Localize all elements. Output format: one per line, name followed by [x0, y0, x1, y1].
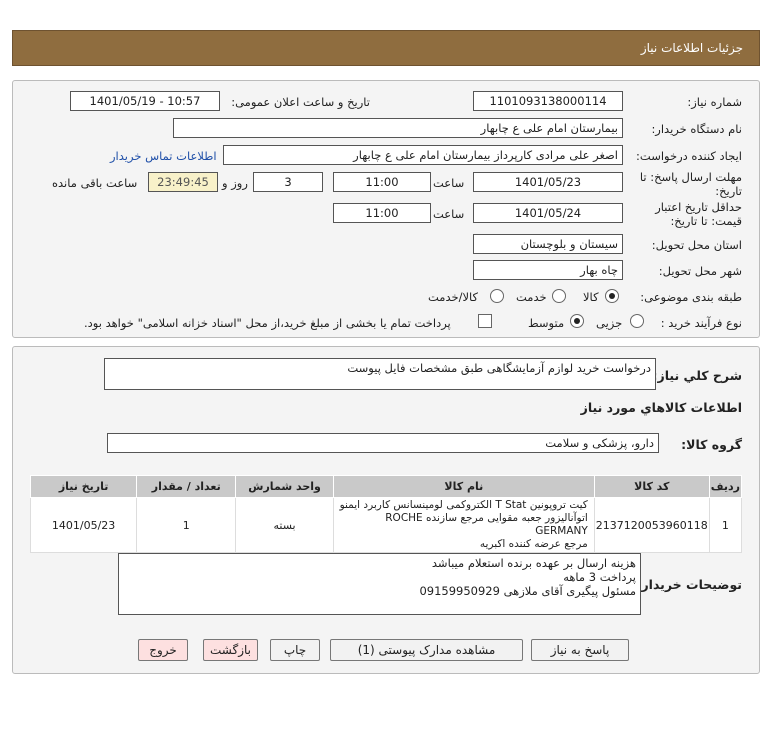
cell-index: 1 — [708, 497, 743, 553]
reply-to-need-button[interactable]: پاسخ به نیاز — [531, 639, 629, 661]
buyer-org-field: بیمارستان امام علی ع چابهار — [173, 118, 623, 138]
buyer-note-line-1: هزینه ارسال بر عهده برنده استعلام میباشد — [431, 556, 636, 570]
exit-button[interactable]: خروج — [138, 639, 188, 661]
category-goods-service-radio[interactable] — [490, 289, 504, 303]
validity-label-1: حداقل تاریخ اعتبار — [655, 200, 742, 214]
category-label: طبقه بندی موضوعی: — [640, 290, 742, 304]
table-header-row: ردیف کد کالا نام کالا واحد شمارش تعداد /… — [29, 475, 743, 498]
remaining-time-field: 23:49:45 — [148, 172, 218, 192]
need-number-label: شماره نیاز: — [687, 95, 742, 109]
cell-name-line-2: اتوآنالیزور جعبه مقوایی مرجع سازنده ROCH… — [385, 512, 588, 537]
validity-label-2: قیمت: تا تاریخ: — [670, 214, 742, 228]
col-unit-header: واحد شمارش — [235, 475, 334, 498]
process-minor-label: جزیی — [596, 316, 623, 330]
process-label: نوع فرآیند خرید : — [660, 316, 742, 330]
days-label: روز و — [222, 176, 248, 190]
col-index-header: ردیف — [708, 475, 743, 498]
deadline-date-field: 1401/05/23 — [473, 172, 623, 192]
category-service-radio[interactable] — [552, 289, 566, 303]
validity-date-field: 1401/05/24 — [473, 203, 623, 223]
days-field: 3 — [253, 172, 323, 192]
cell-name: کیت تروپونین T Stat الکتروکمی لومینسانس … — [332, 497, 595, 553]
deadline-label-2: تاریخ: — [715, 184, 742, 198]
announce-field: 1401/05/19 - 10:57 — [70, 91, 220, 111]
buyer-org-label: نام دستگاه خریدار: — [651, 122, 742, 136]
summary-label: شرح کلي نياز: — [652, 368, 742, 383]
goods-table: ردیف کد کالا نام کالا واحد شمارش تعداد /… — [29, 475, 743, 553]
col-qty-header: تعداد / مقدار — [136, 475, 237, 498]
col-name-header: نام کالا — [332, 475, 595, 498]
treasury-payment-checkbox[interactable] — [478, 314, 492, 328]
deadline-label-1: مهلت ارسال پاسخ: تا — [639, 170, 742, 184]
cell-name-line-1: کیت تروپونین T Stat الکتروکمی لومینسانس … — [339, 499, 588, 511]
city-field: چاه بهار — [473, 260, 623, 280]
need-number-field: 1101093138000114 — [473, 91, 623, 111]
view-attachments-button[interactable]: مشاهده مدارک پیوستی (1) — [330, 639, 523, 661]
buyer-notes-label: توضیحات خریدار: — [636, 577, 742, 592]
requester-field: اصغر علی مرادی کارپرداز بیمارستان امام ع… — [223, 145, 623, 165]
city-label: شهر محل تحویل: — [658, 264, 742, 278]
deadline-time-field: 11:00 — [333, 172, 431, 192]
category-goods-label: کالا — [583, 290, 599, 304]
buyer-notes-field: هزینه ارسال بر عهده برنده استعلام میباشد… — [118, 553, 641, 615]
category-goods-radio[interactable] — [605, 289, 619, 303]
cell-qty: 1 — [136, 497, 237, 553]
back-button[interactable]: بازگشت — [203, 639, 258, 661]
announce-label: تاریخ و ساعت اعلان عمومی: — [231, 95, 370, 109]
cell-name-line-3: مرجع عرضه کننده اکبریه — [479, 538, 588, 550]
goods-group-field: دارو، پزشکی و سلامت — [107, 433, 659, 453]
category-service-label: خدمت — [516, 290, 547, 304]
validity-time-label: ساعت — [433, 207, 465, 221]
table-row: 1 2137120053960118 کیت تروپونین T Stat ا… — [29, 497, 743, 553]
cell-code: 2137120053960118 — [593, 497, 710, 553]
page-title: جزئیات اطلاعات نیاز — [640, 41, 743, 55]
requester-label: ایجاد کننده درخواست: — [636, 149, 742, 163]
cell-date: 1401/05/23 — [29, 497, 138, 553]
remaining-label: ساعت باقی مانده — [52, 176, 138, 190]
cell-unit: بسته — [235, 497, 334, 553]
validity-time-field: 11:00 — [333, 203, 431, 223]
summary-field: درخواست خرید لوازم آزمایشگاهی طبق مشخصات… — [104, 358, 656, 390]
category-goods-service-label: کالا/خدمت — [428, 290, 479, 304]
buyer-note-line-2: پرداخت 3 ماهه — [563, 570, 636, 584]
process-medium-radio[interactable] — [570, 314, 584, 328]
deadline-time-label: ساعت — [433, 176, 465, 190]
province-label: استان محل تحویل: — [651, 238, 742, 252]
buyer-contact-link[interactable]: اطلاعات تماس خریدار — [110, 149, 217, 163]
buyer-note-line-3: مسئول پیگیری آقای ملازهی 09159950929 — [419, 584, 636, 598]
process-medium-label: متوسط — [528, 316, 565, 330]
col-date-header: تاریخ نیاز — [29, 475, 138, 498]
col-code-header: کد کالا — [593, 475, 710, 498]
page-header: جزئیات اطلاعات نیاز — [12, 30, 760, 66]
goods-info-title: اطلاعات کالاهاي مورد نياز — [580, 400, 742, 415]
process-minor-radio[interactable] — [630, 314, 644, 328]
treasury-payment-note: پرداخت تمام یا بخشی از مبلغ خرید،از محل … — [84, 316, 451, 330]
province-field: سیستان و بلوچستان — [473, 234, 623, 254]
print-button[interactable]: چاپ — [270, 639, 320, 661]
goods-group-label: گروه کالا: — [681, 437, 742, 452]
